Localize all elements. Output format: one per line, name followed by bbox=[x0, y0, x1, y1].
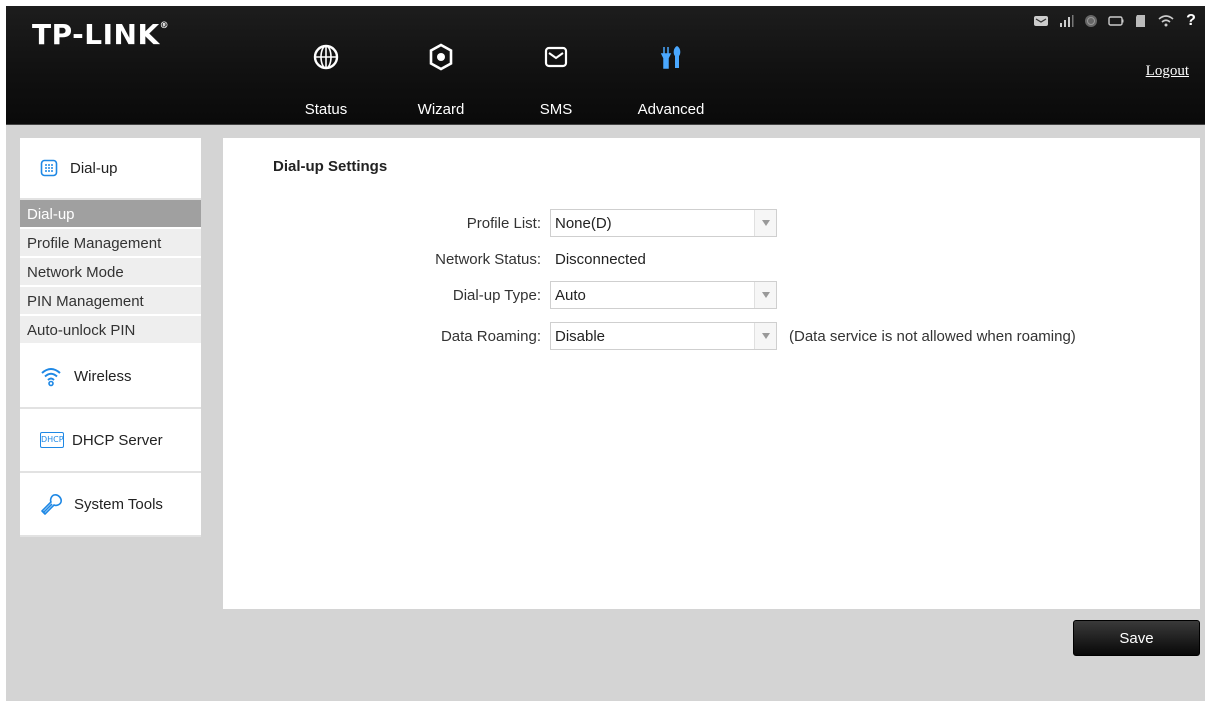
globe-icon bbox=[313, 44, 339, 70]
gear-icon bbox=[429, 43, 453, 71]
dialup-type-select[interactable]: Auto bbox=[550, 281, 777, 309]
data-roaming-note: (Data service is not allowed when roamin… bbox=[789, 327, 1076, 345]
nav-advanced[interactable]: Advanced bbox=[621, 42, 721, 118]
sd-card-icon bbox=[1133, 14, 1149, 28]
profile-list-label: Profile List: bbox=[466, 214, 541, 232]
internet-icon bbox=[1083, 14, 1099, 28]
data-roaming-label: Data Roaming: bbox=[440, 327, 541, 345]
nav-wizard[interactable]: Wizard bbox=[391, 42, 491, 118]
keypad-icon bbox=[40, 159, 58, 177]
wrench-icon bbox=[41, 494, 62, 515]
sidebar-group-wireless[interactable]: Wireless bbox=[20, 345, 201, 409]
network-status-row: Network Status: Disconnected bbox=[223, 244, 646, 274]
battery-icon bbox=[1108, 14, 1124, 28]
nav-sms[interactable]: SMS bbox=[506, 42, 606, 118]
sidebar-group-dialup[interactable]: Dial-up bbox=[20, 138, 201, 200]
sidebar-group-system-tools[interactable]: System Tools bbox=[20, 473, 201, 537]
sidebar-item-network-mode[interactable]: Network Mode bbox=[20, 258, 201, 287]
dialup-type-row: Dial-up Type: Auto bbox=[223, 280, 777, 310]
status-icons-bar: ? bbox=[1033, 13, 1199, 29]
envelope-icon bbox=[544, 46, 568, 68]
top-header: TP-LINK® Status Wizard SMS Advanced ? Lo… bbox=[6, 6, 1205, 125]
wifi-icon bbox=[41, 368, 61, 387]
sidebar-group-system-tools-label: System Tools bbox=[74, 495, 163, 513]
profile-list-row: Profile List: None(D) bbox=[223, 208, 777, 238]
sidebar-group-dhcp[interactable]: DHCP DHCP Server bbox=[20, 409, 201, 473]
sidebar-item-profile-management[interactable]: Profile Management bbox=[20, 229, 201, 258]
nav-status-label: Status bbox=[304, 101, 348, 118]
tp-link-logo: TP-LINK® bbox=[32, 18, 170, 51]
signal-icon bbox=[1058, 14, 1074, 28]
page-title: Dial-up Settings bbox=[273, 158, 388, 175]
save-button[interactable]: Save bbox=[1073, 620, 1200, 656]
sidebar-group-dialup-label: Dial-up bbox=[70, 159, 118, 177]
sidebar-item-auto-unlock-pin[interactable]: Auto-unlock PIN bbox=[20, 316, 201, 345]
profile-list-value: None(D) bbox=[555, 214, 612, 232]
chevron-down-icon bbox=[754, 282, 776, 308]
sidebar-item-dialup[interactable]: Dial-up bbox=[20, 200, 201, 229]
nav-status[interactable]: Status bbox=[276, 42, 376, 118]
dialup-type-value: Auto bbox=[555, 286, 586, 304]
help-icon[interactable]: ? bbox=[1183, 13, 1199, 29]
dhcp-icon: DHCP bbox=[40, 432, 64, 448]
sidebar-group-dhcp-label: DHCP Server bbox=[72, 431, 163, 449]
nav-sms-label: SMS bbox=[539, 101, 573, 118]
sidebar-group-wireless-label: Wireless bbox=[74, 367, 132, 385]
sidebar: Dial-up Dial-up Profile Management Netwo… bbox=[20, 138, 201, 537]
sidebar-item-pin-management[interactable]: PIN Management bbox=[20, 287, 201, 316]
main-panel: Dial-up Settings Profile List: None(D) N… bbox=[223, 138, 1200, 609]
sms-icon[interactable] bbox=[1033, 14, 1049, 28]
data-roaming-row: Data Roaming: Disable (Data service is n… bbox=[223, 321, 1076, 351]
data-roaming-select[interactable]: Disable bbox=[550, 322, 777, 350]
chevron-down-icon bbox=[754, 210, 776, 236]
logout-link[interactable]: Logout bbox=[1146, 63, 1189, 80]
nav-advanced-label: Advanced bbox=[637, 101, 705, 118]
nav-wizard-label: Wizard bbox=[417, 101, 465, 118]
tools-icon bbox=[660, 46, 681, 69]
data-roaming-value: Disable bbox=[555, 327, 606, 345]
profile-list-select[interactable]: None(D) bbox=[550, 209, 777, 237]
network-status-value: Disconnected bbox=[555, 250, 646, 268]
wifi-icon bbox=[1158, 14, 1174, 28]
network-status-label: Network Status: bbox=[435, 250, 541, 268]
chevron-down-icon bbox=[754, 323, 776, 349]
dialup-type-label: Dial-up Type: bbox=[452, 286, 541, 304]
